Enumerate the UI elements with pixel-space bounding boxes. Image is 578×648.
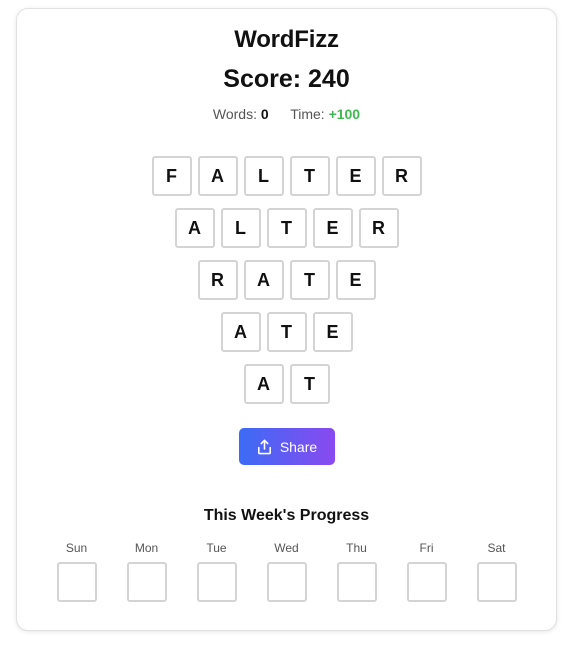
words-label: Words: (212, 106, 257, 122)
letter-tile: T (289, 260, 330, 300)
letter-tile: T (289, 156, 330, 196)
word-row: ALTER (17, 208, 556, 248)
letter-tile: L (243, 156, 284, 196)
day-progress-box (56, 562, 97, 602)
letter-tile: R (197, 260, 238, 300)
share-button[interactable]: Share (239, 428, 335, 465)
words-count: 0 (260, 106, 269, 122)
letter-tile: A (243, 260, 284, 300)
letter-tile: T (289, 364, 330, 404)
day-progress-box (476, 562, 517, 602)
day-progress-box (336, 562, 377, 602)
day-column: Sun (56, 541, 97, 602)
day-progress-box (266, 562, 307, 602)
day-label: Mon (134, 541, 159, 555)
letter-tile: E (335, 260, 376, 300)
letter-tile: A (174, 208, 215, 248)
day-progress-box (126, 562, 167, 602)
day-label: Tue (206, 541, 227, 555)
word-row: AT (17, 364, 556, 404)
score-display: Score: 240 (223, 65, 350, 93)
word-row: RATE (17, 260, 556, 300)
letter-tile: F (151, 156, 192, 196)
share-icon (257, 439, 272, 455)
day-progress-box (406, 562, 447, 602)
time-label: Time: (290, 106, 325, 122)
letter-tile: A (197, 156, 238, 196)
time-bonus: +100 (328, 106, 361, 122)
day-label: Fri (419, 541, 434, 555)
game-card: WordFizz Score: 240 Words: 0 Time: +100 … (16, 8, 557, 631)
letter-tile: R (358, 208, 399, 248)
day-column: Thu (336, 541, 377, 602)
letter-tile: E (312, 312, 353, 352)
letter-tile: L (220, 208, 261, 248)
weekly-progress: Sun Mon Tue Wed Thu Fri Sat (17, 541, 556, 602)
letter-tile: A (220, 312, 261, 352)
app-title: WordFizz (234, 26, 339, 53)
weekly-progress-title: This Week's Progress (203, 507, 370, 524)
day-column: Wed (266, 541, 307, 602)
day-column: Tue (196, 541, 237, 602)
day-label: Thu (346, 541, 367, 555)
day-label: Sun (65, 541, 88, 555)
letter-tile: A (243, 364, 284, 404)
word-board: FALTERALTERRATEATEAT (17, 156, 556, 416)
day-label: Sat (487, 541, 506, 555)
word-row: ATE (17, 312, 556, 352)
day-label: Wed (274, 541, 299, 555)
letter-tile: T (266, 208, 307, 248)
letter-tile: T (266, 312, 307, 352)
letter-tile: E (335, 156, 376, 196)
day-column: Fri (406, 541, 447, 602)
word-row: FALTER (17, 156, 556, 196)
stats-line: Words: 0 Time: +100 (17, 106, 556, 122)
letter-tile: E (312, 208, 353, 248)
day-column: Mon (126, 541, 167, 602)
share-label: Share (279, 438, 318, 455)
day-column: Sat (476, 541, 517, 602)
letter-tile: R (381, 156, 422, 196)
day-progress-box (196, 562, 237, 602)
